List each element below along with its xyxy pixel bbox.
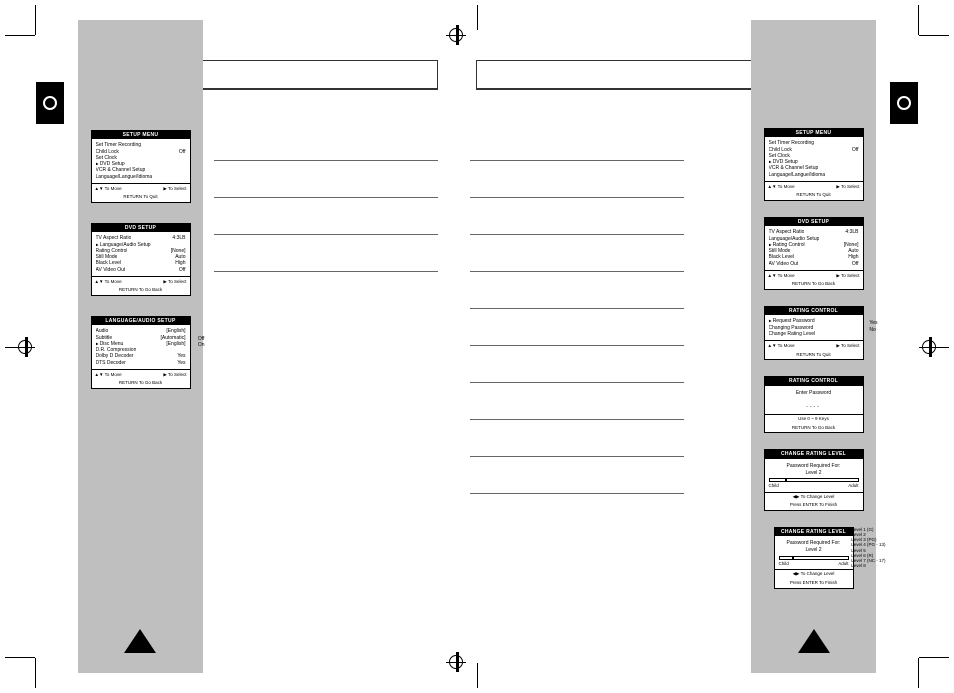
registration-mark (922, 340, 936, 354)
left-sidebar: SETUP MENU Set Timer Recording Child Loc… (78, 20, 203, 673)
section-heading (476, 60, 774, 90)
panel-setup-menu: SETUP MENU Set Timer Recording Child Loc… (764, 128, 864, 201)
panel-language-audio: LANGUAGE/AUDIO SETUP Audio[English] Subt… (91, 316, 191, 389)
continue-arrow-icon (798, 629, 830, 653)
option-popup: Yes No (869, 320, 877, 333)
menu-title: SETUP MENU (92, 131, 190, 139)
right-sidebar: SETUP MENU Set Timer Recording Child Loc… (751, 20, 876, 673)
page-tab (890, 82, 918, 124)
panel-dvd-setup: DVD SETUP TV Aspect Ratio4:3LB Language/… (764, 217, 864, 290)
panel-change-rating: CHANGE RATING LEVEL Password Required Fo… (764, 449, 864, 511)
page-tab (36, 82, 64, 124)
panel-rating-password: RATING CONTROL Enter Password ---- Use 0… (764, 376, 864, 433)
password-prompt: Enter Password (765, 386, 863, 400)
panel-setup-menu: SETUP MENU Set Timer Recording Child Loc… (91, 130, 191, 203)
rating-levels-list: Level 1 (G) Level 2 Level 3 (PG) Level 4… (851, 527, 885, 568)
panel-dvd-setup: DVD SETUP TV Aspect Ratio4:3LB Language/… (91, 223, 191, 296)
continue-arrow-icon (124, 629, 156, 653)
registration-mark (449, 655, 463, 669)
rating-slider[interactable] (779, 556, 849, 560)
panel-rating-control: RATING CONTROL Request Password Changing… (764, 306, 864, 360)
registration-mark (18, 340, 32, 354)
option-popup: Off On (198, 336, 205, 349)
panel-change-rating-levels: CHANGE RATING LEVEL Password Required Fo… (774, 527, 854, 589)
registration-mark (449, 28, 463, 42)
rating-slider[interactable] (769, 478, 859, 482)
